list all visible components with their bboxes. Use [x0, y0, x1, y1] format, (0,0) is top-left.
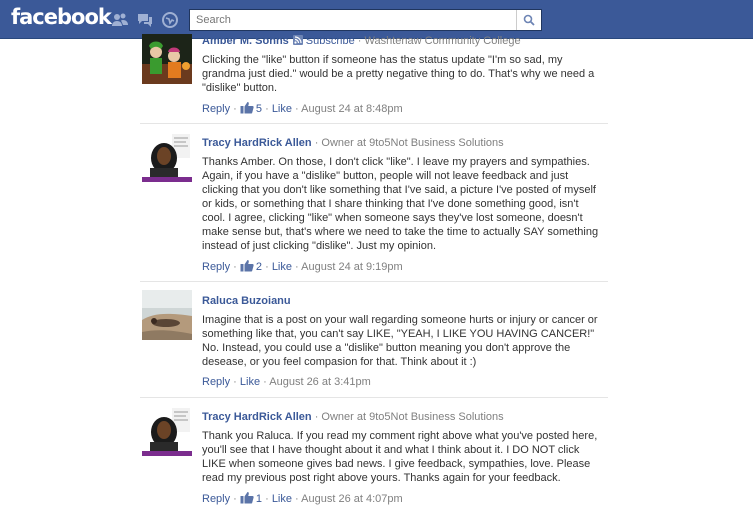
comment-affiliation[interactable]: Owner at 9to5Not Business Solutions [321, 411, 503, 423]
separator: · [292, 493, 302, 505]
comment-timestamp[interactable]: August 24 at 8:48pm [301, 103, 403, 115]
facebook-logo[interactable]: facebook [11, 5, 112, 29]
subscribe-link[interactable]: Subscribe [306, 35, 355, 47]
like-link[interactable]: Like [272, 103, 292, 115]
friend-requests-icon[interactable] [111, 11, 129, 29]
avatar[interactable] [142, 406, 192, 456]
separator: · [262, 103, 272, 115]
comment-author[interactable]: Raluca Buzoianu [202, 295, 291, 307]
thumbs-up-icon[interactable] [240, 259, 254, 272]
comment-timestamp[interactable]: August 26 at 3:41pm [269, 376, 371, 388]
comment: Amber M. Sohns Subscribe · Washtenaw Comm… [140, 34, 608, 124]
separator: · [354, 35, 365, 47]
comment-author[interactable]: Tracy HardRick Allen [202, 137, 312, 149]
separator: · [230, 493, 240, 505]
search-box [189, 9, 542, 31]
comment: Raluca Buzoianu Imagine that is a post o… [140, 281, 608, 397]
separator: · [292, 261, 302, 273]
magnifier-icon [523, 14, 535, 26]
comment-author[interactable]: Tracy HardRick Allen [202, 411, 312, 423]
separator: · [262, 261, 272, 273]
comment-text: Imagine that is a post on your wall rega… [202, 314, 598, 368]
comment-text: Thanks Amber. On those, I don't click "l… [202, 156, 599, 252]
reply-link[interactable]: Reply [202, 376, 230, 388]
like-link[interactable]: Like [240, 376, 260, 388]
notifications-icon[interactable] [161, 11, 179, 29]
separator: · [260, 376, 270, 388]
rss-icon [292, 35, 303, 45]
separator: · [230, 103, 240, 115]
thumbs-up-icon[interactable] [240, 491, 254, 504]
comment-text: Thank you Raluca. If you read my comment… [202, 430, 598, 484]
avatar[interactable] [142, 290, 192, 340]
comment-timestamp[interactable]: August 26 at 4:07pm [301, 493, 403, 505]
comment-timestamp[interactable]: August 24 at 9:19pm [301, 261, 403, 273]
comment-affiliation[interactable]: Washtenaw Community College [365, 35, 521, 47]
separator: · [311, 137, 322, 149]
thumbs-up-icon[interactable] [240, 101, 254, 114]
comment-text: Clicking the "like" button if someone ha… [202, 54, 595, 94]
search-input[interactable] [190, 10, 516, 30]
avatar[interactable] [142, 132, 192, 182]
separator: · [262, 493, 272, 505]
search-button[interactable] [516, 10, 541, 30]
reply-link[interactable]: Reply [202, 261, 230, 273]
comment-affiliation[interactable]: Owner at 9to5Not Business Solutions [321, 137, 503, 149]
separator: · [230, 376, 240, 388]
reply-link[interactable]: Reply [202, 493, 230, 505]
reply-link[interactable]: Reply [202, 103, 230, 115]
messages-icon[interactable] [136, 11, 154, 29]
separator: · [230, 261, 240, 273]
like-link[interactable]: Like [272, 493, 292, 505]
avatar[interactable] [142, 34, 192, 84]
like-link[interactable]: Like [272, 261, 292, 273]
comment-author[interactable]: Amber M. Sohns [202, 35, 289, 47]
comment: Tracy HardRick Allen · Owner at 9to5Not … [140, 123, 608, 281]
separator: · [292, 103, 302, 115]
separator: · [311, 411, 322, 423]
comment: Tracy HardRick Allen · Owner at 9to5Not … [140, 397, 608, 524]
